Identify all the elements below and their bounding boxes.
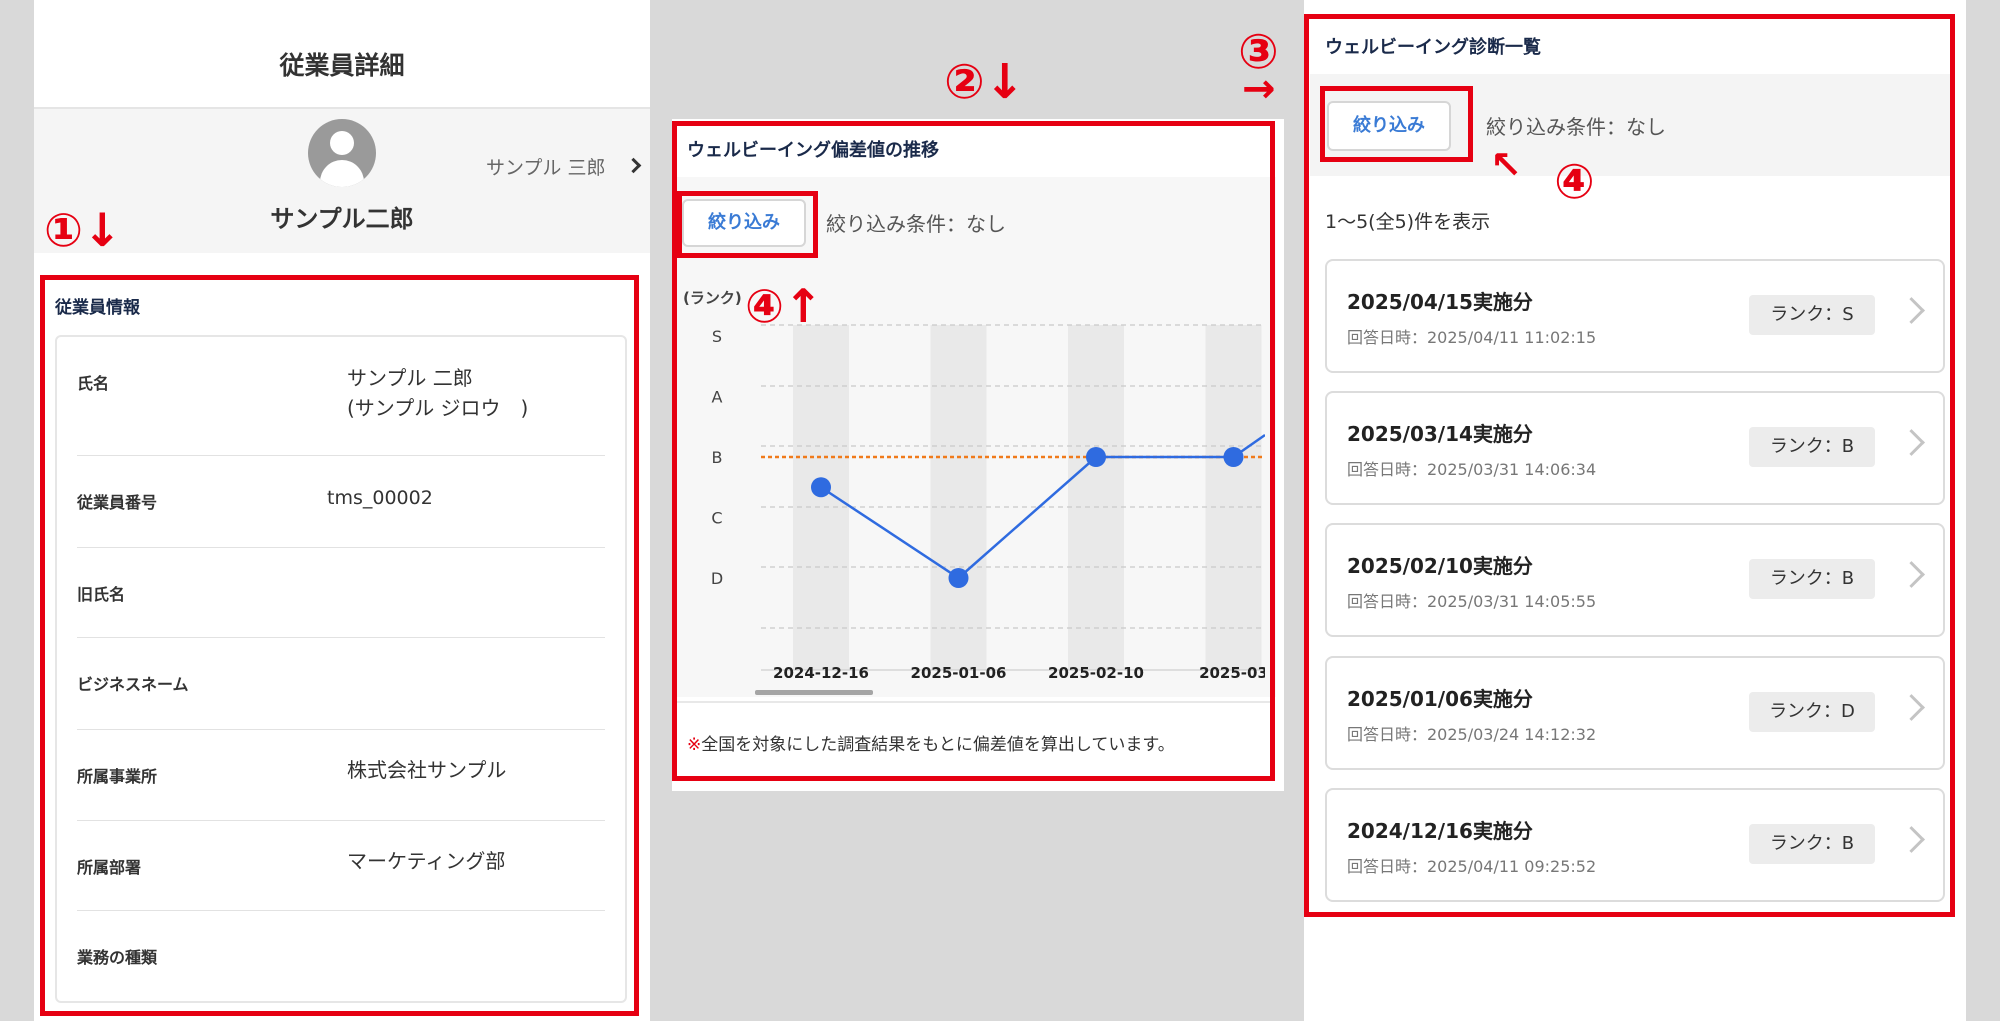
annotation-marker-1: ①↓ <box>44 203 122 257</box>
background-stripe <box>0 0 34 1021</box>
chart-title: ウェルビーイング偏差値の推移 <box>687 140 939 161</box>
annotation-marker-4: ④↑ <box>745 279 823 333</box>
x-tick-label: 2024-12-16 <box>773 664 869 682</box>
answered-at: 回答日時：2025/04/11 11:02:15 <box>1347 328 1597 347</box>
info-row-name: 氏名 サンプル 二郎 (サンプル ジロウ ) <box>77 337 605 456</box>
annotation-highlight-filter <box>677 191 818 258</box>
employee-info-section: 従業員情報 氏名 サンプル 二郎 (サンプル ジロウ ) 従業員番号 tms_0… <box>40 275 639 1016</box>
field-value: tms_00002 <box>327 487 433 509</box>
diagnosis-item[interactable]: 2025/04/15実施分 回答日時：2025/04/11 11:02:15 ラ… <box>1325 259 1945 373</box>
answered-at: 回答日時：2025/03/31 14:05:55 <box>1347 592 1597 611</box>
avatar-icon <box>308 119 376 187</box>
rank-badge: ランク：D <box>1749 692 1875 732</box>
x-tick-label: 2025-01-06 <box>911 664 1007 682</box>
employee-name: サンプル二郎 <box>270 205 414 233</box>
annotation-arrow-up-left: ↖ <box>1490 143 1522 187</box>
list-filter-condition: 絞り込み条件：なし <box>1486 115 1666 139</box>
diagnosis-item[interactable]: 2025/02/10実施分 回答日時：2025/03/31 14:05:55 ラ… <box>1325 523 1945 637</box>
chart-filter-condition: 絞り込み条件：なし <box>826 212 1006 236</box>
rank-badge: ランク：B <box>1749 824 1875 864</box>
chart-container: (ランク) S A B C D 2024-12-16 2025-01-06 2025-02-… <box>683 285 1268 685</box>
info-row-department: 所属部署 マーケティング部 <box>77 820 605 911</box>
data-point <box>1223 447 1244 467</box>
chevron-right-icon <box>1898 826 1925 853</box>
chevron-right-icon <box>1898 429 1925 456</box>
chart-column-band <box>930 325 987 670</box>
note-mark: ※ <box>687 735 702 755</box>
list-title: ウェルビーイング診断一覧 <box>1325 37 1541 58</box>
field-label: ビジネスネーム <box>77 675 189 694</box>
annotation-arrow-right: → <box>1242 66 1276 112</box>
rank-badge: ランク：B <box>1749 559 1875 599</box>
employee-info-card: 氏名 サンプル 二郎 (サンプル ジロウ ) 従業員番号 tms_00002 旧… <box>55 335 627 1003</box>
rank-badge: ランク：B <box>1749 427 1875 467</box>
diagnosis-date: 2025/02/10実施分 <box>1347 554 1533 578</box>
rank-badge: ランク：S <box>1749 295 1875 335</box>
field-label: 旧氏名 <box>77 585 126 604</box>
field-label: 所属部署 <box>77 858 142 877</box>
field-value: 株式会社サンプル <box>347 758 507 782</box>
chevron-right-icon <box>625 157 642 174</box>
answered-at: 回答日時：2025/04/11 09:25:52 <box>1347 857 1597 876</box>
field-label: 業務の種類 <box>77 948 158 967</box>
info-row-business-name: ビジネスネーム <box>77 637 605 730</box>
x-tick-label: 2025-03 <box>1199 664 1265 682</box>
field-value: サンプル 二郎 (サンプル ジロウ ) <box>347 363 528 423</box>
next-employee-label: サンプル 三郎 <box>486 157 606 179</box>
diagnosis-item[interactable]: 2025/03/14実施分 回答日時：2025/03/31 14:06:34 ラ… <box>1325 391 1945 505</box>
note-text: 全国を対象にした調査結果をもとに偏差値を算出しています。 <box>701 735 1175 755</box>
chevron-right-icon <box>1898 297 1925 324</box>
rank-trend-chart: (ランク) S A B C D 2024-12-16 2025-01-06 2025-02-… <box>683 289 1268 682</box>
data-point <box>1086 447 1106 467</box>
y-tick-label: B <box>712 448 723 467</box>
next-employee-link[interactable]: サンプル 三郎 <box>486 153 642 183</box>
annotation-marker-2: ②↓ <box>944 54 1025 110</box>
annotation-highlight-filter <box>1320 86 1473 162</box>
diagnosis-date: 2024/12/16実施分 <box>1347 819 1533 843</box>
diagnosis-item[interactable]: 2025/01/06実施分 回答日時：2025/03/24 14:12:32 ラ… <box>1325 656 1945 770</box>
result-count: 1〜5(全5)件を表示 <box>1325 211 1491 233</box>
chart-column-band <box>1205 325 1262 670</box>
field-label: 氏名 <box>77 374 110 393</box>
answered-at: 回答日時：2025/03/24 14:12:32 <box>1347 725 1597 744</box>
info-row-former-name: 旧氏名 <box>77 547 605 638</box>
chart-column-band <box>1068 325 1124 670</box>
name-value: サンプル 二郎 <box>347 366 473 390</box>
name-kana-value: (サンプル ジロウ ) <box>347 396 529 420</box>
diagnosis-item[interactable]: 2024/12/16実施分 回答日時：2025/04/11 09:25:52 ラ… <box>1325 788 1945 902</box>
field-value: マーケティング部 <box>347 849 506 873</box>
info-row-office: 所属事業所 株式会社サンプル <box>77 729 605 821</box>
info-row-job-type: 業務の種類 <box>77 910 605 1000</box>
diagnosis-date: 2025/01/06実施分 <box>1347 687 1533 711</box>
x-tick-label: 2025-02-10 <box>1048 664 1144 682</box>
data-point <box>948 568 969 588</box>
chevron-right-icon <box>1898 561 1925 588</box>
chart-note: ※全国を対象にした調査結果をもとに偏差値を算出しています。 <box>687 730 1175 755</box>
y-tick-label: D <box>711 569 723 588</box>
chart-column-band <box>793 325 849 670</box>
answered-at: 回答日時：2025/03/31 14:06:34 <box>1347 460 1597 479</box>
section-title: 従業員情報 <box>55 298 140 318</box>
chevron-right-icon <box>1898 694 1925 721</box>
info-row-employee-number: 従業員番号 tms_00002 <box>77 455 605 548</box>
diagnosis-date: 2025/04/15実施分 <box>1347 290 1533 314</box>
y-tick-label: C <box>711 509 722 528</box>
divider <box>677 701 1270 703</box>
annotation-marker-4: ④ <box>1554 154 1595 210</box>
page-title: 従業員詳細 <box>279 51 405 80</box>
field-label: 所属事業所 <box>77 767 158 786</box>
background-stripe <box>1966 0 2000 1021</box>
profile-header: サンプル二郎 サンプル 三郎 <box>34 109 650 253</box>
y-axis-label: (ランク) <box>683 289 742 307</box>
diagnosis-date: 2025/03/14実施分 <box>1347 422 1533 446</box>
data-point <box>811 477 831 498</box>
chart-scrollbar-thumb[interactable] <box>755 690 873 695</box>
y-tick-label: A <box>712 388 723 407</box>
y-tick-label: S <box>712 327 722 346</box>
field-label: 従業員番号 <box>77 493 158 512</box>
